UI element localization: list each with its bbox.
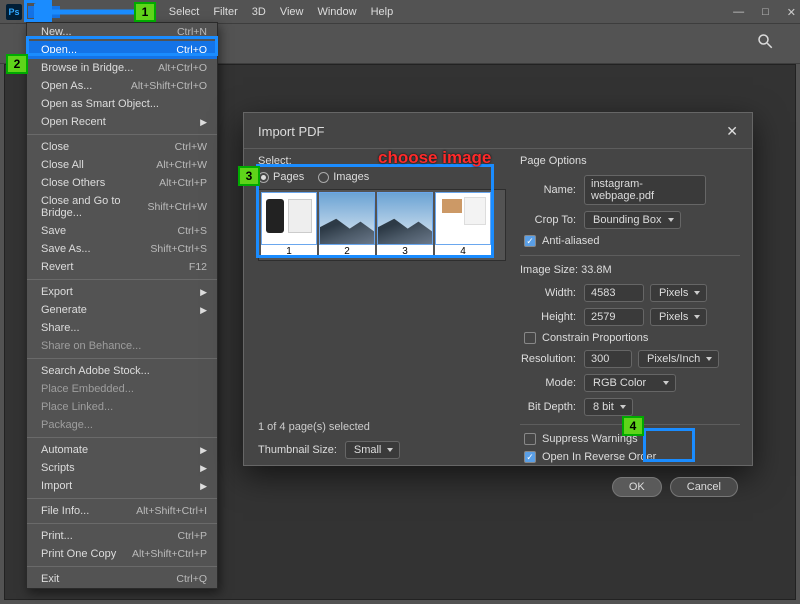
window-maximize-icon[interactable]: □ [762, 6, 769, 18]
thumbnail-4[interactable]: 4 [435, 192, 491, 258]
reverse-order-checkbox[interactable] [524, 451, 536, 463]
window-minimize-icon[interactable]: — [733, 6, 744, 18]
menu-item-export[interactable]: Export▶ [27, 283, 217, 301]
menu-item-generate[interactable]: Generate▶ [27, 301, 217, 319]
thumbnail-1[interactable]: 1 [261, 192, 317, 258]
selection-status: 1 of 4 page(s) selected [258, 421, 506, 433]
menu-item-close-others[interactable]: Close OthersAlt+Ctrl+P [27, 174, 217, 192]
width-label: Width: [520, 287, 584, 299]
width-unit-select[interactable]: Pixels [650, 284, 707, 302]
dialog-close-icon[interactable]: ✕ [726, 123, 738, 140]
radio-pages[interactable]: Pages [258, 171, 304, 183]
menu-item-close-and-go-to-bridge[interactable]: Close and Go to Bridge...Shift+Ctrl+W [27, 192, 217, 222]
menu-item-share[interactable]: Share... [27, 319, 217, 337]
menu-item-package[interactable]: Package... [27, 416, 217, 434]
menu-help[interactable]: Help [364, 6, 401, 18]
menu-item-open-as-smart-object[interactable]: Open as Smart Object... [27, 95, 217, 113]
menu-window[interactable]: Window [310, 6, 363, 18]
search-icon[interactable] [756, 32, 774, 55]
menu-item-close[interactable]: CloseCtrl+W [27, 138, 217, 156]
image-size-header: Image Size: 33.8M [520, 264, 740, 276]
window-close-icon[interactable]: ✕ [787, 6, 796, 19]
constrain-label: Constrain Proportions [542, 332, 648, 344]
menu-filter[interactable]: Filter [206, 6, 244, 18]
menu-item-place-linked[interactable]: Place Linked... [27, 398, 217, 416]
menu-item-close-all[interactable]: Close AllAlt+Ctrl+W [27, 156, 217, 174]
menu-item-save-as[interactable]: Save As...Shift+Ctrl+S [27, 240, 217, 258]
annotation-marker-2: 2 [6, 54, 28, 74]
name-field[interactable]: instagram-webpage.pdf [584, 175, 706, 205]
antialiased-label: Anti-aliased [542, 235, 599, 247]
menu-3d[interactable]: 3D [245, 6, 273, 18]
cancel-button[interactable]: Cancel [670, 477, 738, 497]
file-dropdown-menu: New...Ctrl+NOpen...Ctrl+OBrowse in Bridg… [26, 22, 218, 589]
name-label: Name: [520, 184, 584, 196]
thumbnail-size-select[interactable]: Small [345, 441, 401, 459]
mode-label: Mode: [520, 377, 584, 389]
width-field[interactable]: 4583 [584, 284, 644, 302]
thumbnail-size-label: Thumbnail Size: [258, 444, 337, 456]
height-unit-select[interactable]: Pixels [650, 308, 707, 326]
page-options-header: Page Options [520, 155, 740, 167]
menu-item-open-recent[interactable]: Open Recent▶ [27, 113, 217, 131]
resolution-label: Resolution: [520, 353, 584, 365]
menu-item-revert[interactable]: RevertF12 [27, 258, 217, 276]
cropto-select[interactable]: Bounding Box [584, 211, 681, 229]
menu-item-automate[interactable]: Automate▶ [27, 441, 217, 459]
menu-item-print[interactable]: Print...Ctrl+P [27, 527, 217, 545]
constrain-checkbox[interactable] [524, 332, 536, 344]
menu-item-exit[interactable]: ExitCtrl+Q [27, 570, 217, 588]
ok-button[interactable]: OK [612, 477, 662, 497]
resolution-unit-select[interactable]: Pixels/Inch [638, 350, 719, 368]
reverse-order-label: Open In Reverse Order [542, 451, 656, 463]
resolution-field[interactable]: 300 [584, 350, 632, 368]
menu-item-open-as[interactable]: Open As...Alt+Shift+Ctrl+O [27, 77, 217, 95]
antialiased-checkbox[interactable] [524, 235, 536, 247]
thumbnail-grid: 1 2 3 4 [258, 189, 506, 261]
thumbnail-2[interactable]: 2 [319, 192, 375, 258]
suppress-checkbox[interactable] [524, 433, 536, 445]
menu-item-browse-in-bridge[interactable]: Browse in Bridge...Alt+Ctrl+O [27, 59, 217, 77]
app-logo: Ps [6, 4, 22, 20]
menu-item-scripts[interactable]: Scripts▶ [27, 459, 217, 477]
menu-item-save[interactable]: SaveCtrl+S [27, 222, 217, 240]
menu-item-print-one-copy[interactable]: Print One CopyAlt+Shift+Ctrl+P [27, 545, 217, 563]
menu-item-share-on-behance[interactable]: Share on Behance... [27, 337, 217, 355]
menu-view[interactable]: View [273, 6, 311, 18]
height-label: Height: [520, 311, 584, 323]
dialog-title: Import PDF [258, 124, 324, 139]
menu-select[interactable]: Select [162, 6, 207, 18]
height-field[interactable]: 2579 [584, 308, 644, 326]
annotation-marker-1: 1 [134, 2, 156, 22]
annotation-marker-3: 3 [238, 166, 260, 186]
bitdepth-label: Bit Depth: [520, 401, 584, 413]
bitdepth-select[interactable]: 8 bit [584, 398, 633, 416]
menu-item-file-info[interactable]: File Info...Alt+Shift+Ctrl+I [27, 502, 217, 520]
menu-item-open[interactable]: Open...Ctrl+O [27, 41, 217, 59]
menu-item-new[interactable]: New...Ctrl+N [27, 23, 217, 41]
annotation-marker-4: 4 [622, 416, 644, 436]
radio-images[interactable]: Images [318, 171, 369, 183]
menu-item-place-embedded[interactable]: Place Embedded... [27, 380, 217, 398]
cropto-label: Crop To: [520, 214, 584, 226]
menu-item-search-adobe-stock[interactable]: Search Adobe Stock... [27, 362, 217, 380]
mode-select[interactable]: RGB Color [584, 374, 676, 392]
menu-item-import[interactable]: Import▶ [27, 477, 217, 495]
import-pdf-dialog: Import PDF ✕ Select: Pages Images 1 2 3 … [243, 112, 753, 466]
annotation-choose-image: choose image [378, 148, 491, 168]
thumbnail-3[interactable]: 3 [377, 192, 433, 258]
